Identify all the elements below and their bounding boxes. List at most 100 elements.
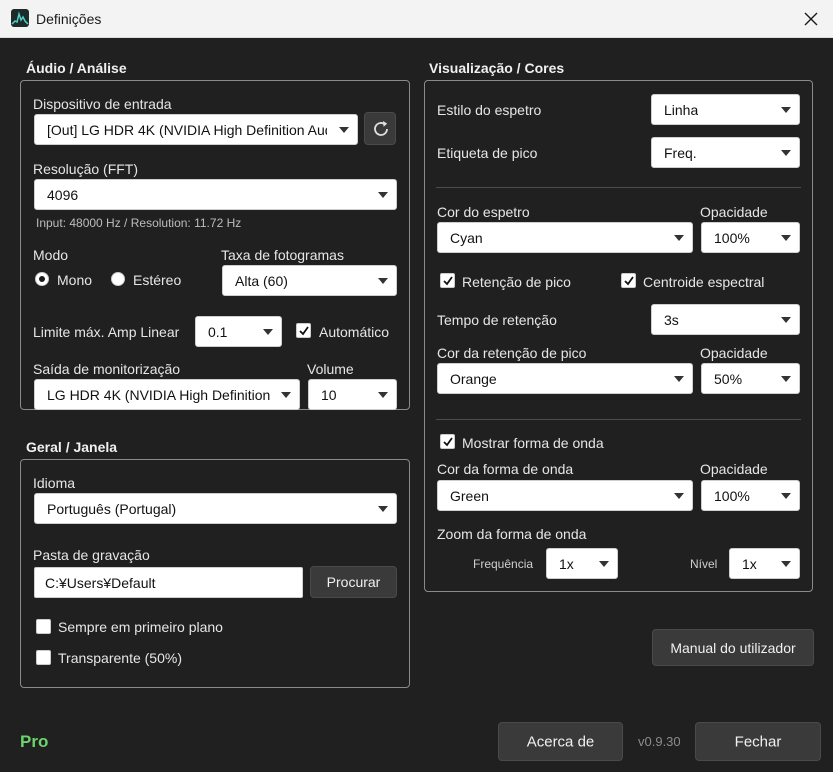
mode-stereo-radio[interactable]: [111, 272, 125, 286]
chevron-down-icon: [781, 492, 791, 499]
chevron-down-icon: [781, 234, 791, 241]
monitor-output-value: LG HDR 4K (NVIDIA High Definition Audio): [47, 386, 271, 403]
close-icon[interactable]: [800, 8, 822, 30]
fft-label: Resolução (FFT): [33, 161, 139, 177]
monitor-output-select[interactable]: LG HDR 4K (NVIDIA High Definition Audio): [34, 379, 300, 410]
chevron-down-icon: [781, 316, 791, 323]
centroid-checkbox[interactable]: [621, 273, 636, 288]
peak-opacity-value: 50%: [714, 370, 743, 387]
chevron-down-icon: [599, 560, 609, 567]
volume-select[interactable]: 10: [308, 379, 397, 410]
chevron-down-icon: [781, 375, 791, 382]
level-zoom-label: Nível: [690, 557, 718, 571]
browse-button[interactable]: Procurar: [310, 566, 397, 598]
level-zoom-select[interactable]: 1x: [729, 548, 800, 579]
wave-opacity-select[interactable]: 100%: [701, 480, 800, 511]
chevron-down-icon: [378, 191, 388, 198]
checkmark-icon: [624, 276, 634, 286]
checkmark-icon: [443, 437, 453, 447]
amp-limit-select[interactable]: 0.1: [195, 316, 282, 347]
spectrum-style-label: Estilo do espetro: [437, 102, 542, 118]
hold-time-select[interactable]: 3s: [651, 304, 800, 335]
peak-color-label: Cor da retenção de pico: [437, 345, 587, 361]
input-device-label: Dispositivo de entrada: [33, 96, 172, 112]
amp-limit-label: Limite máx. Amp Linear: [33, 324, 180, 340]
show-waveform-label[interactable]: Mostrar forma de onda: [462, 435, 604, 451]
transparent-label[interactable]: Transparente (50%): [58, 650, 182, 666]
spectrum-opacity-select[interactable]: 100%: [701, 222, 800, 253]
peak-hold-checkbox[interactable]: [440, 273, 455, 288]
close-button[interactable]: Fechar: [695, 722, 821, 761]
spectrum-color-value: Cyan: [450, 229, 483, 246]
language-select[interactable]: Português (Portugal): [34, 493, 397, 524]
auto-label[interactable]: Automático: [319, 324, 389, 340]
audio-section-title: Áudio / Análise: [26, 60, 127, 76]
show-waveform-checkbox[interactable]: [440, 434, 455, 449]
spectrum-opacity-label: Opacidade: [700, 204, 768, 220]
chevron-down-icon: [378, 505, 388, 512]
framerate-value: Alta (60): [235, 272, 288, 289]
wave-color-select[interactable]: Green: [437, 480, 693, 511]
wave-zoom-label: Zoom da forma de onda: [437, 526, 587, 542]
spectrum-style-select[interactable]: Linha: [651, 94, 800, 125]
mode-mono-label[interactable]: Mono: [57, 272, 92, 288]
peak-color-select[interactable]: Orange: [437, 363, 693, 394]
wave-opacity-label: Opacidade: [700, 461, 768, 477]
monitor-output-label: Saída de monitorização: [33, 361, 181, 377]
fft-select[interactable]: 4096: [34, 179, 397, 210]
transparent-checkbox[interactable]: [36, 650, 51, 665]
level-zoom-value: 1x: [742, 555, 757, 572]
user-manual-label: Manual do utilizador: [670, 639, 796, 656]
chevron-down-icon: [781, 149, 791, 156]
language-label: Idioma: [33, 475, 76, 491]
centroid-label[interactable]: Centroide espectral: [643, 274, 764, 290]
wave-color-label: Cor da forma de onda: [437, 461, 574, 477]
chevron-down-icon: [378, 277, 388, 284]
refresh-devices-button[interactable]: [364, 112, 396, 145]
user-manual-button[interactable]: Manual do utilizador: [652, 629, 814, 666]
peak-color-value: Orange: [450, 370, 497, 387]
title-bar: Definições: [0, 0, 833, 38]
about-button[interactable]: Acerca de: [498, 722, 623, 761]
mode-stereo-label[interactable]: Estéreo: [133, 272, 181, 288]
mode-label: Modo: [33, 247, 69, 263]
chevron-down-icon: [674, 234, 684, 241]
always-on-top-label[interactable]: Sempre em primeiro plano: [58, 619, 223, 635]
divider: [436, 419, 801, 420]
input-device-select[interactable]: [Out] LG HDR 4K (NVIDIA High Definition …: [34, 114, 358, 145]
volume-value: 10: [321, 386, 337, 403]
chevron-down-icon: [339, 126, 349, 133]
peak-hold-label[interactable]: Retenção de pico: [462, 274, 571, 290]
app-logo-icon: [11, 9, 29, 27]
wave-opacity-value: 100%: [714, 487, 750, 504]
peak-opacity-label: Opacidade: [700, 345, 768, 361]
volume-label: Volume: [307, 361, 354, 377]
mode-mono-radio[interactable]: [35, 272, 49, 286]
browse-button-label: Procurar: [326, 574, 381, 590]
version-label: v0.9.30: [638, 734, 681, 749]
divider: [436, 187, 801, 188]
peak-label-select[interactable]: Freq.: [651, 137, 800, 168]
language-value: Português (Portugal): [47, 500, 177, 517]
hold-time-value: 3s: [664, 311, 679, 328]
refresh-icon: [374, 121, 388, 136]
always-on-top-checkbox[interactable]: [36, 619, 51, 634]
peak-opacity-select[interactable]: 50%: [701, 363, 800, 394]
spectrum-style-value: Linha: [664, 101, 699, 118]
general-section-title: Geral / Janela: [26, 439, 118, 455]
hold-time-label: Tempo de retenção: [437, 312, 557, 328]
framerate-select[interactable]: Alta (60): [222, 265, 397, 296]
chevron-down-icon: [281, 391, 291, 398]
chevron-down-icon: [378, 391, 388, 398]
spectrum-color-select[interactable]: Cyan: [437, 222, 693, 253]
peak-label-label: Etiqueta de pico: [437, 145, 538, 161]
freq-zoom-select[interactable]: 1x: [546, 548, 618, 579]
folder-value: C:¥Users¥Default: [45, 574, 156, 591]
auto-checkbox[interactable]: [296, 323, 311, 338]
freq-zoom-value: 1x: [559, 555, 574, 572]
checkmark-icon: [443, 276, 453, 286]
pro-badge: Pro: [20, 732, 49, 751]
input-device-value: [Out] LG HDR 4K (NVIDIA High Definition …: [47, 121, 327, 138]
window-title: Definições: [36, 11, 102, 27]
folder-input[interactable]: C:¥Users¥Default: [34, 567, 303, 598]
